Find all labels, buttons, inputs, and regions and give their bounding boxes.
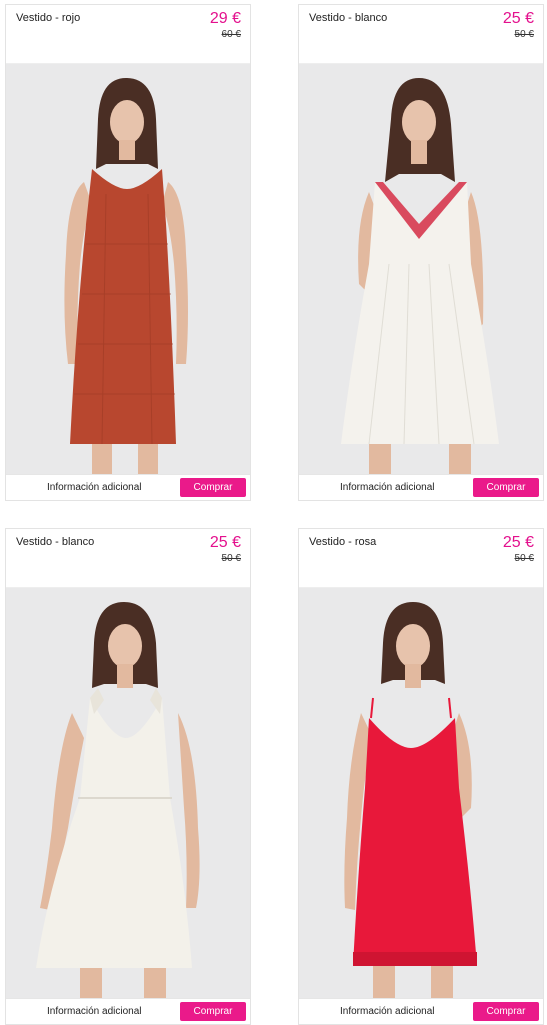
product-card[interactable]: Vestido - rosa 25 € 50 € Información adi…	[298, 528, 544, 1025]
product-card-header: Vestido - blanco 25 € 50 €	[299, 5, 543, 64]
more-info-link[interactable]: Información adicional	[340, 482, 435, 493]
product-old-price: 60 €	[221, 29, 241, 40]
product-old-price: 50 €	[514, 553, 534, 564]
product-title[interactable]: Vestido - blanco	[309, 12, 387, 24]
more-info-link[interactable]: Información adicional	[340, 1006, 435, 1017]
product-card-footer: Información adicional Comprar	[299, 998, 543, 1024]
product-photo[interactable]	[299, 588, 543, 998]
product-title[interactable]: Vestido - blanco	[16, 536, 94, 548]
product-card-footer: Información adicional Comprar	[6, 998, 250, 1024]
more-info-link[interactable]: Información adicional	[47, 482, 142, 493]
product-photo[interactable]	[299, 64, 543, 474]
product-card[interactable]: Vestido - rojo 29 € 60 € Información adi…	[5, 4, 251, 501]
product-price: 25 €	[209, 534, 241, 551]
more-info-link[interactable]: Información adicional	[47, 1006, 142, 1017]
product-card[interactable]: Vestido - blanco 25 € 50 € Información a…	[5, 528, 251, 1025]
product-card-header: Vestido - blanco 25 € 50 €	[6, 529, 250, 588]
product-photo[interactable]	[6, 64, 250, 474]
product-card-header: Vestido - rojo 29 € 60 €	[6, 5, 250, 64]
buy-button[interactable]: Comprar	[473, 478, 539, 497]
product-price: 29 €	[209, 10, 241, 27]
product-card-footer: Información adicional Comprar	[6, 474, 250, 500]
buy-button[interactable]: Comprar	[180, 1002, 246, 1021]
product-card-header: Vestido - rosa 25 € 50 €	[299, 529, 543, 588]
product-price: 25 €	[502, 534, 534, 551]
product-title[interactable]: Vestido - rojo	[16, 12, 80, 24]
model-in-dress-image	[6, 64, 250, 474]
product-price: 25 €	[502, 10, 534, 27]
product-old-price: 50 €	[221, 553, 241, 564]
product-photo[interactable]	[6, 588, 250, 998]
product-card[interactable]: Vestido - blanco 25 € 50 € Información a…	[298, 4, 544, 501]
product-card-footer: Información adicional Comprar	[299, 474, 543, 500]
buy-button[interactable]: Comprar	[180, 478, 246, 497]
model-in-dress-image	[299, 588, 543, 998]
model-in-dress-image	[6, 588, 250, 998]
product-old-price: 50 €	[514, 29, 534, 40]
model-in-dress-image	[299, 64, 543, 474]
buy-button[interactable]: Comprar	[473, 1002, 539, 1021]
product-title[interactable]: Vestido - rosa	[309, 536, 376, 548]
